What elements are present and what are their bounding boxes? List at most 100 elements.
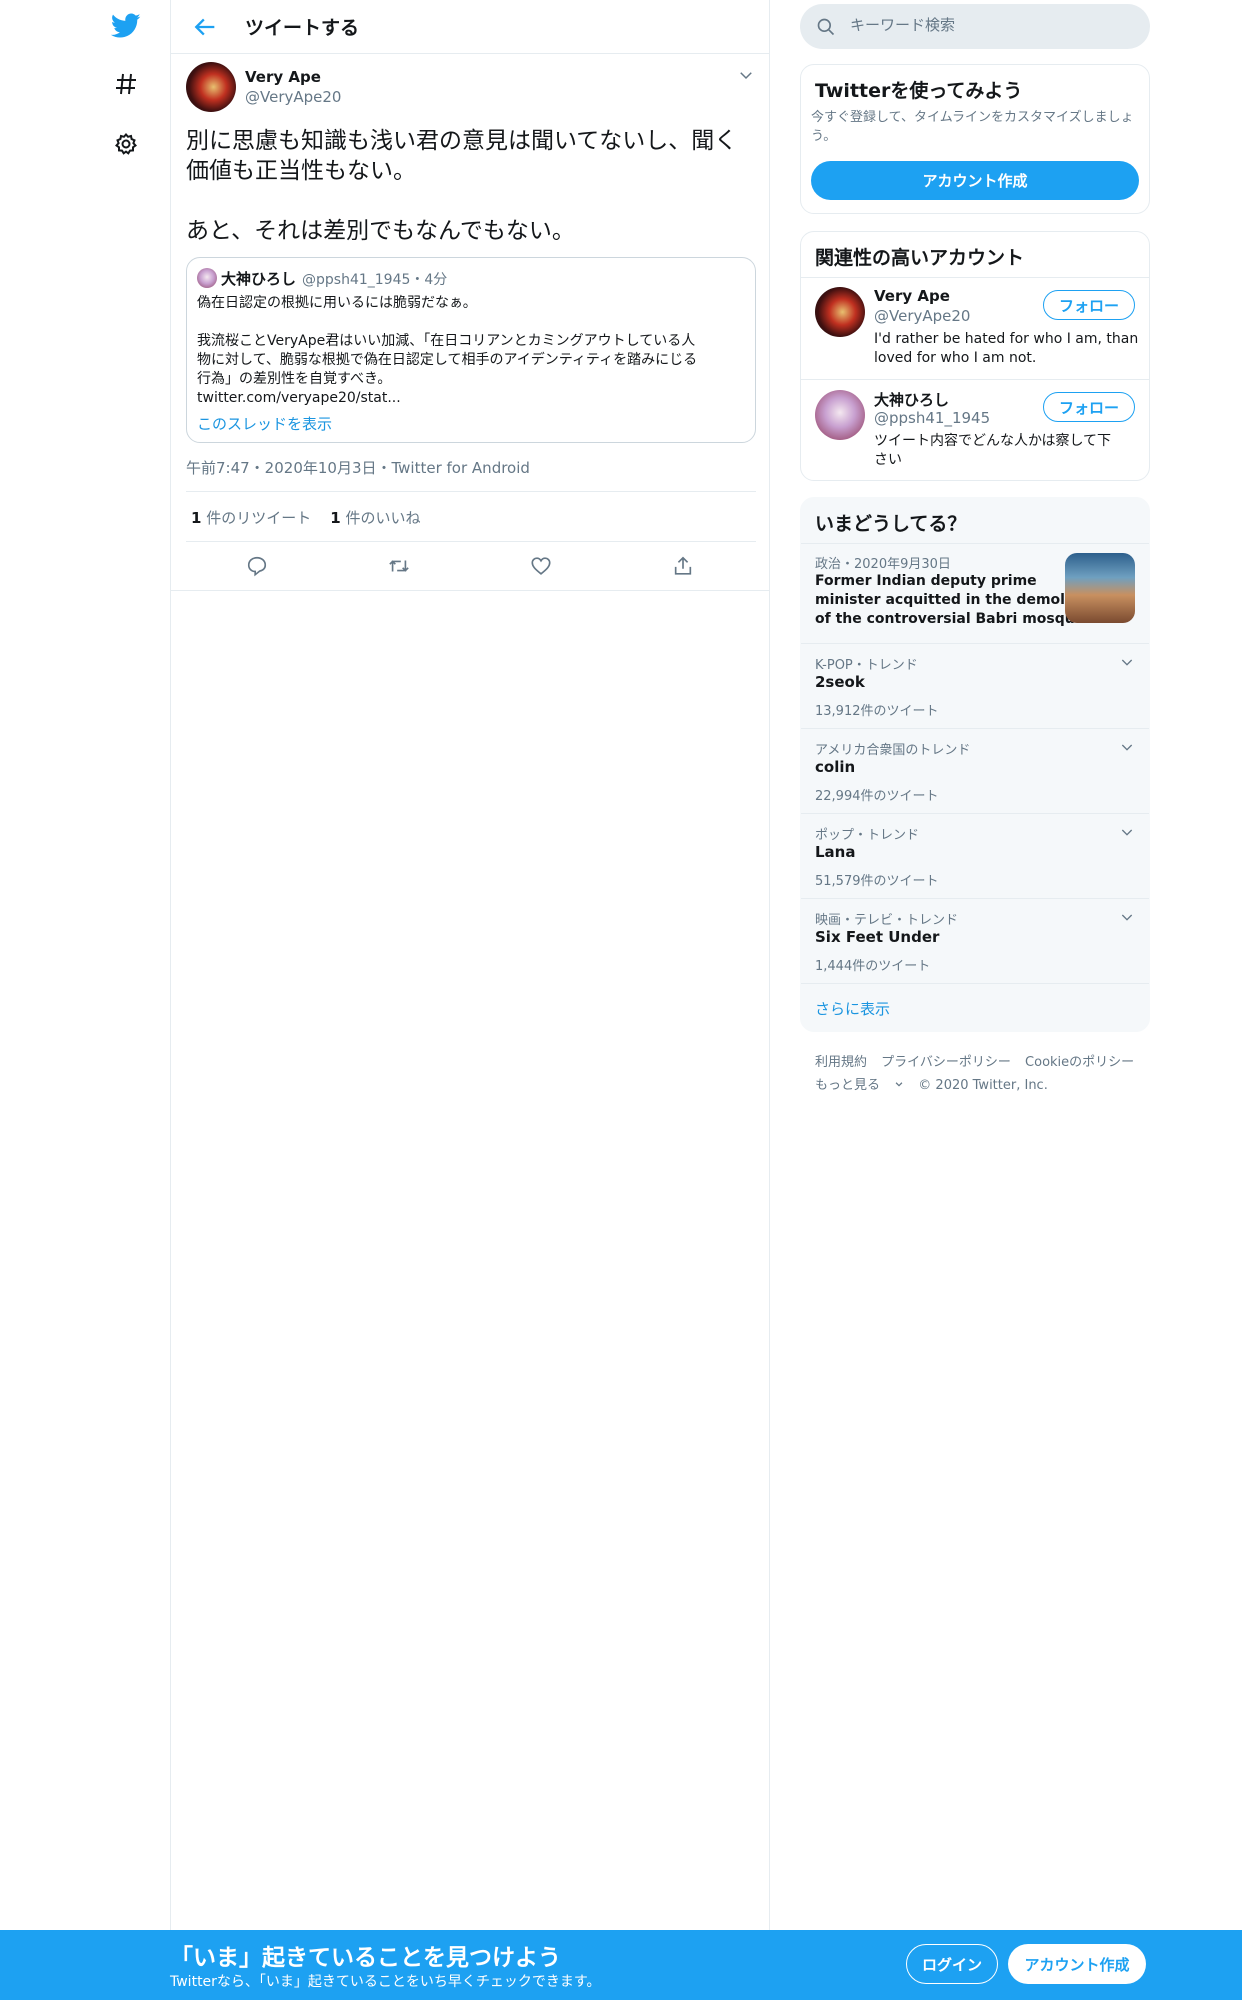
divider — [801, 813, 1149, 814]
divider — [171, 590, 769, 591]
like-heart-icon[interactable] — [527, 552, 555, 580]
trend-category: ポップ・トレンド — [815, 828, 920, 843]
quote-text-line: 物に対して、脆弱な根拠で偽在日認定して相手のアイデンティティを踏みにじる — [197, 352, 698, 368]
signup-card-desc: 今すぐ登録して、タイムラインをカスタマイズしましょ う。 — [811, 108, 1134, 146]
follow-button[interactable]: フォロー — [1043, 392, 1135, 422]
twitter-bird-icon[interactable] — [110, 10, 142, 42]
terms-link[interactable]: 利用規約 — [815, 1055, 867, 1070]
tweet-timestamp[interactable]: 午前7:47・2020年10月3日・Twitter for Android — [186, 457, 530, 478]
chevron-down-icon[interactable] — [1119, 739, 1135, 755]
main-column: ツイートする Very Ape @VeryApe20 別に思慮も知識も浅い君の意… — [170, 0, 770, 1930]
news-headline: Former Indian deputy prime minister acqu… — [815, 572, 1101, 629]
tweet-text-line: 別に思慮も知識も浅い君の意見は聞いてないし、聞く — [186, 128, 738, 154]
like-count: 1 — [330, 509, 341, 527]
trend-name: Six Feet Under — [815, 928, 940, 946]
back-arrow-icon[interactable] — [191, 13, 219, 41]
copyright: © 2020 Twitter, Inc. — [918, 1078, 1048, 1093]
main-header: ツイートする — [171, 0, 769, 54]
trend-category: 映画・テレビ・トレンド — [815, 913, 959, 928]
account-handle[interactable]: @VeryApe20 — [874, 307, 970, 325]
divider — [801, 643, 1149, 644]
quote-text-line: 我流桜ことVeryApe君はいい加減、「在日コリアンとカミングアウトしている人 — [197, 333, 696, 349]
login-button[interactable]: ログイン — [906, 1944, 998, 1984]
account-avatar[interactable] — [815, 390, 865, 440]
trend-count: 51,579件のツイート — [815, 874, 939, 889]
account-bio: ツイート内容でどんな人かは察して下 さい — [874, 432, 1111, 470]
quote-text-line: twitter.com/veryape20/stat... — [197, 390, 401, 406]
like-stat[interactable]: 1 件のいいね — [330, 509, 420, 527]
search-input[interactable] — [850, 16, 1130, 34]
related-accounts-card: 関連性の高いアカウント Very Ape @VeryApe20 フォロー I'd… — [800, 231, 1150, 481]
show-thread-link[interactable]: このスレッドを表示 — [197, 413, 332, 434]
page-title: ツイートする — [245, 17, 360, 39]
account-bio: I'd rather be hated for who I am, than l… — [874, 330, 1138, 368]
tweet-text-line: あと、それは差別でもなんでもない。 — [186, 218, 575, 244]
hashtag-icon[interactable] — [110, 68, 142, 100]
like-label: 件のいいね — [340, 509, 421, 527]
news-category: 政治・2020年9月30日 — [815, 557, 951, 572]
search-bar[interactable] — [800, 4, 1150, 49]
bottom-bar-subtitle: Twitterなら、「いま」起きていることをいち早くチェックできます。 — [170, 1974, 601, 1990]
chevron-down-icon — [895, 1082, 903, 1087]
share-icon[interactable] — [669, 552, 697, 580]
quote-author-name: 大神ひろし — [221, 270, 297, 288]
account-name[interactable]: 大神ひろし — [874, 389, 949, 410]
trend-count: 1,444件のツイート — [815, 959, 931, 974]
news-headline-line: of the controversial Babri mosque — [815, 611, 1085, 627]
quote-text-line — [197, 313, 745, 332]
quoted-tweet[interactable]: 大神ひろし @ppsh41_1945・4分 偽在日認定の根拠に用いるには脆弱だな… — [186, 257, 756, 443]
footer-links: 利用規約 プライバシーポリシー Cookieのポリシー — [815, 1051, 1144, 1070]
divider — [186, 491, 756, 492]
trend-count: 22,994件のツイート — [815, 789, 939, 804]
divider — [186, 541, 756, 542]
author-avatar[interactable] — [186, 62, 236, 112]
tweet-text: 別に思慮も知識も浅い君の意見は聞いてないし、聞く 価値も正当性もない。 あと、そ… — [186, 126, 756, 246]
divider — [801, 898, 1149, 899]
tweet-text-line: 価値も正当性もない。 — [186, 158, 416, 184]
divider — [801, 728, 1149, 729]
author-handle[interactable]: @VeryApe20 — [245, 88, 341, 106]
chevron-down-icon[interactable] — [1119, 654, 1135, 670]
quote-text: 偽在日認定の根拠に用いるには脆弱だなぁ。 我流桜ことVeryApe君はいい加減、… — [197, 294, 745, 408]
divider — [801, 379, 1149, 380]
retweet-stat[interactable]: 1 件のリツイート — [191, 509, 311, 527]
news-headline-line: minister acquitted in the demolition — [815, 592, 1101, 608]
trend-category: K-POP・トレンド — [815, 658, 918, 673]
privacy-link[interactable]: プライバシーポリシー — [881, 1055, 1011, 1070]
more-link-label: もっと見る — [815, 1078, 881, 1093]
show-more-link[interactable]: さらに表示 — [815, 998, 890, 1019]
footer-links-row2: もっと見る © 2020 Twitter, Inc. — [815, 1074, 1058, 1093]
account-bio-line: loved for who I am not. — [874, 350, 1037, 366]
author-name[interactable]: Very Ape — [245, 68, 321, 86]
signup-card-title: Twitterを使ってみよう — [815, 80, 1023, 102]
trend-name: Lana — [815, 843, 856, 861]
quote-meta: @ppsh41_1945・4分 — [302, 272, 448, 288]
trend-name: colin — [815, 758, 856, 776]
cookie-link[interactable]: Cookieのポリシー — [1025, 1055, 1134, 1070]
signup-desc-line: う。 — [811, 129, 837, 144]
quote-text-line: 偽在日認定の根拠に用いるには脆弱だなぁ。 — [197, 295, 477, 311]
search-icon — [817, 18, 835, 36]
chevron-down-icon[interactable] — [737, 66, 755, 84]
divider — [801, 983, 1149, 984]
quote-text-line: 行為」の差別性を自覚すべき。 — [197, 371, 392, 387]
chevron-down-icon[interactable] — [1119, 909, 1135, 925]
gear-icon[interactable] — [110, 128, 142, 160]
account-name[interactable]: Very Ape — [874, 287, 950, 305]
bottom-bar-title: 「いま」起きていることを見つけよう — [170, 1945, 561, 1971]
retweet-icon[interactable] — [385, 552, 413, 580]
create-account-button[interactable]: アカウント作成 — [811, 161, 1139, 200]
follow-button[interactable]: フォロー — [1043, 290, 1135, 320]
account-handle[interactable]: @ppsh41_1945 — [874, 409, 990, 427]
signup-button[interactable]: アカウント作成 — [1008, 1944, 1146, 1984]
account-avatar[interactable] — [815, 287, 865, 337]
trends-card: いまどうしてる？ 政治・2020年9月30日 Former Indian dep… — [800, 497, 1150, 1032]
news-headline-line: Former Indian deputy prime — [815, 573, 1037, 589]
account-bio-line: I'd rather be hated for who I am, than — [874, 331, 1139, 347]
chevron-down-icon[interactable] — [1119, 824, 1135, 840]
more-link[interactable]: もっと見る — [815, 1078, 904, 1093]
related-title: 関連性の高いアカウント — [815, 247, 1025, 269]
reply-icon[interactable] — [243, 552, 271, 580]
retweet-count: 1 — [191, 509, 202, 527]
retweet-label: 件のリツイート — [201, 509, 312, 527]
